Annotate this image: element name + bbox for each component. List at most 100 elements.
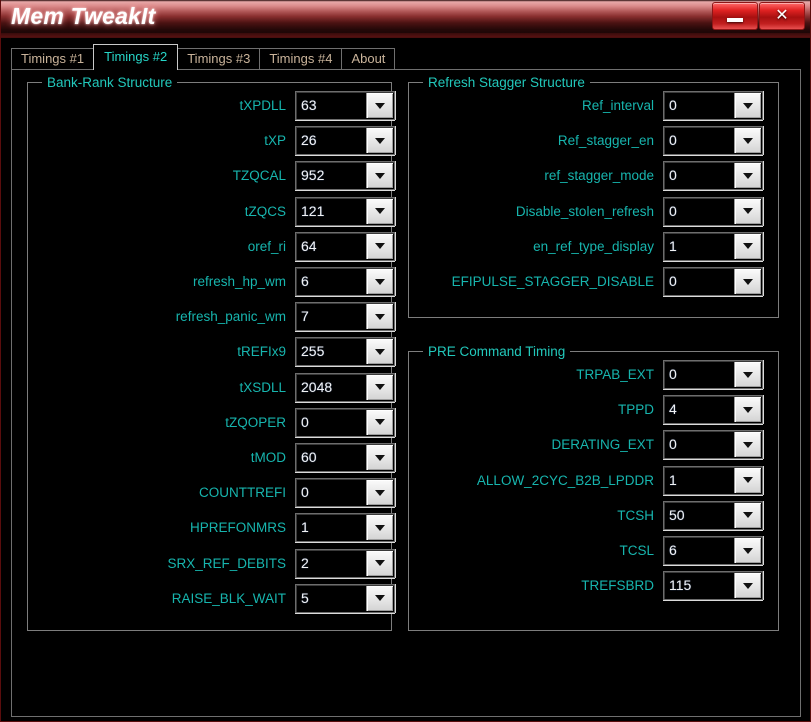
setting-value: 6 (669, 542, 677, 558)
setting-label: TRPAB_EXT (576, 367, 654, 382)
chevron-down-icon[interactable] (366, 198, 393, 224)
setting-combobox[interactable]: 0 (295, 407, 395, 437)
setting-row: tZQOPER 0 (27, 407, 395, 437)
chevron-down-glyph (743, 512, 753, 519)
close-button[interactable]: ✕ (759, 2, 805, 30)
chevron-down-icon[interactable] (734, 128, 761, 154)
setting-combobox[interactable]: 255 (295, 337, 395, 367)
chevron-down-glyph (743, 208, 753, 215)
setting-combobox[interactable]: 7 (295, 302, 395, 332)
chevron-down-glyph (743, 102, 753, 109)
chevron-down-icon[interactable] (366, 339, 393, 365)
setting-label: refresh_hp_wm (192, 274, 286, 289)
chevron-down-icon[interactable] (366, 304, 393, 330)
setting-combobox[interactable]: 6 (663, 536, 763, 565)
setting-row: ref_stagger_mode 0 (408, 161, 779, 191)
setting-value: 1 (669, 471, 677, 488)
setting-row: HPREFONMRS 1 (27, 513, 395, 543)
chevron-down-icon[interactable] (734, 467, 761, 493)
setting-combobox[interactable]: 0 (663, 267, 763, 296)
chevron-down-icon[interactable] (366, 374, 393, 400)
setting-combobox[interactable]: 2 (295, 548, 395, 578)
chevron-down-icon[interactable] (734, 269, 761, 294)
setting-combobox[interactable]: 26 (295, 126, 395, 156)
chevron-down-icon[interactable] (366, 445, 393, 470)
setting-row: TREFSBRD 115 (408, 571, 779, 601)
setting-row: Disable_stolen_refresh 0 (408, 196, 779, 226)
setting-label: tXP (264, 133, 286, 149)
chevron-down-icon[interactable] (734, 163, 761, 189)
setting-combobox[interactable]: 64 (295, 231, 395, 261)
setting-combobox[interactable]: 115 (663, 571, 763, 601)
setting-combobox[interactable]: 1 (663, 231, 763, 261)
chevron-down-icon[interactable] (366, 128, 393, 154)
setting-label: Ref_stagger_en (557, 133, 654, 149)
chevron-down-icon[interactable] (366, 269, 393, 294)
chevron-down-icon[interactable] (734, 538, 761, 563)
setting-value: 1 (301, 519, 309, 536)
setting-combobox[interactable]: 952 (295, 161, 395, 191)
chevron-down-glyph (375, 384, 385, 391)
setting-label: RAISE_BLK_WAIT (171, 590, 286, 606)
setting-row: DERATING_EXT 0 (408, 430, 779, 460)
setting-combobox[interactable]: 63 (295, 91, 395, 120)
setting-combobox[interactable]: 5 (295, 583, 395, 613)
chevron-down-glyph (375, 419, 385, 426)
chevron-down-icon[interactable] (366, 550, 393, 576)
chevron-down-icon[interactable] (366, 515, 393, 541)
chevron-down-icon[interactable] (366, 409, 393, 435)
setting-combobox[interactable]: 0 (663, 161, 763, 191)
chevron-down-glyph (375, 137, 385, 144)
setting-row: refresh_panic_wm 7 (27, 302, 395, 332)
chevron-down-glyph (743, 477, 753, 484)
tab-timings-3[interactable]: Timings #3 (177, 48, 261, 70)
setting-combobox[interactable]: 0 (663, 430, 763, 460)
tab-about[interactable]: About (341, 48, 396, 70)
tab-timings-2[interactable]: Timings #2 (93, 44, 179, 70)
setting-combobox[interactable]: 1 (663, 465, 763, 495)
tab-timings-1[interactable]: Timings #1 (11, 48, 95, 70)
setting-value: 0 (669, 366, 677, 382)
chevron-down-icon[interactable] (734, 93, 761, 118)
setting-combobox[interactable]: 60 (295, 443, 395, 472)
minimize-button[interactable] (712, 2, 758, 30)
setting-combobox[interactable]: 6 (295, 267, 395, 296)
setting-combobox[interactable]: 0 (663, 91, 763, 120)
chevron-down-icon[interactable] (734, 573, 761, 599)
setting-combobox[interactable]: 50 (663, 500, 763, 530)
setting-combobox[interactable]: 121 (295, 196, 395, 226)
chevron-down-glyph (375, 524, 385, 531)
setting-row: EFIPULSE_STAGGER_DISABLE 0 (408, 267, 779, 296)
setting-value: 63 (301, 97, 317, 113)
setting-combobox[interactable]: 0 (663, 196, 763, 226)
chevron-down-icon[interactable] (734, 233, 761, 259)
setting-combobox[interactable]: 0 (663, 360, 763, 389)
chevron-down-icon[interactable] (366, 163, 393, 189)
chevron-down-icon[interactable] (366, 585, 393, 611)
chevron-down-glyph (375, 489, 385, 496)
setting-label: Ref_interval (581, 98, 654, 113)
setting-combobox[interactable]: 0 (663, 126, 763, 156)
window-controls: ✕ (712, 2, 805, 30)
tab-page-timings-2: Bank-Rank Structure Refresh Stagger Stru… (11, 69, 801, 717)
chevron-down-icon[interactable] (734, 397, 761, 423)
setting-row: TRPAB_EXT 0 (408, 360, 779, 389)
setting-combobox[interactable]: 0 (295, 478, 395, 508)
setting-label: ALLOW_2CYC_B2B_LPDDR (476, 472, 654, 488)
chevron-down-icon[interactable] (366, 93, 393, 118)
chevron-down-icon[interactable] (734, 502, 761, 528)
chevron-down-icon[interactable] (734, 432, 761, 458)
chevron-down-glyph (743, 243, 753, 250)
tab-timings-4[interactable]: Timings #4 (259, 48, 343, 70)
setting-label: TPPD (617, 402, 654, 418)
chevron-down-icon[interactable] (734, 198, 761, 224)
setting-combobox[interactable]: 2048 (295, 372, 395, 402)
setting-value: 2048 (301, 378, 333, 395)
chevron-down-icon[interactable] (366, 480, 393, 506)
chevron-down-glyph (743, 172, 753, 179)
setting-combobox[interactable]: 1 (295, 513, 395, 543)
chevron-down-icon[interactable] (734, 362, 761, 387)
chevron-down-icon[interactable] (366, 233, 393, 259)
setting-combobox[interactable]: 4 (663, 395, 763, 425)
setting-value: 1 (669, 237, 677, 254)
